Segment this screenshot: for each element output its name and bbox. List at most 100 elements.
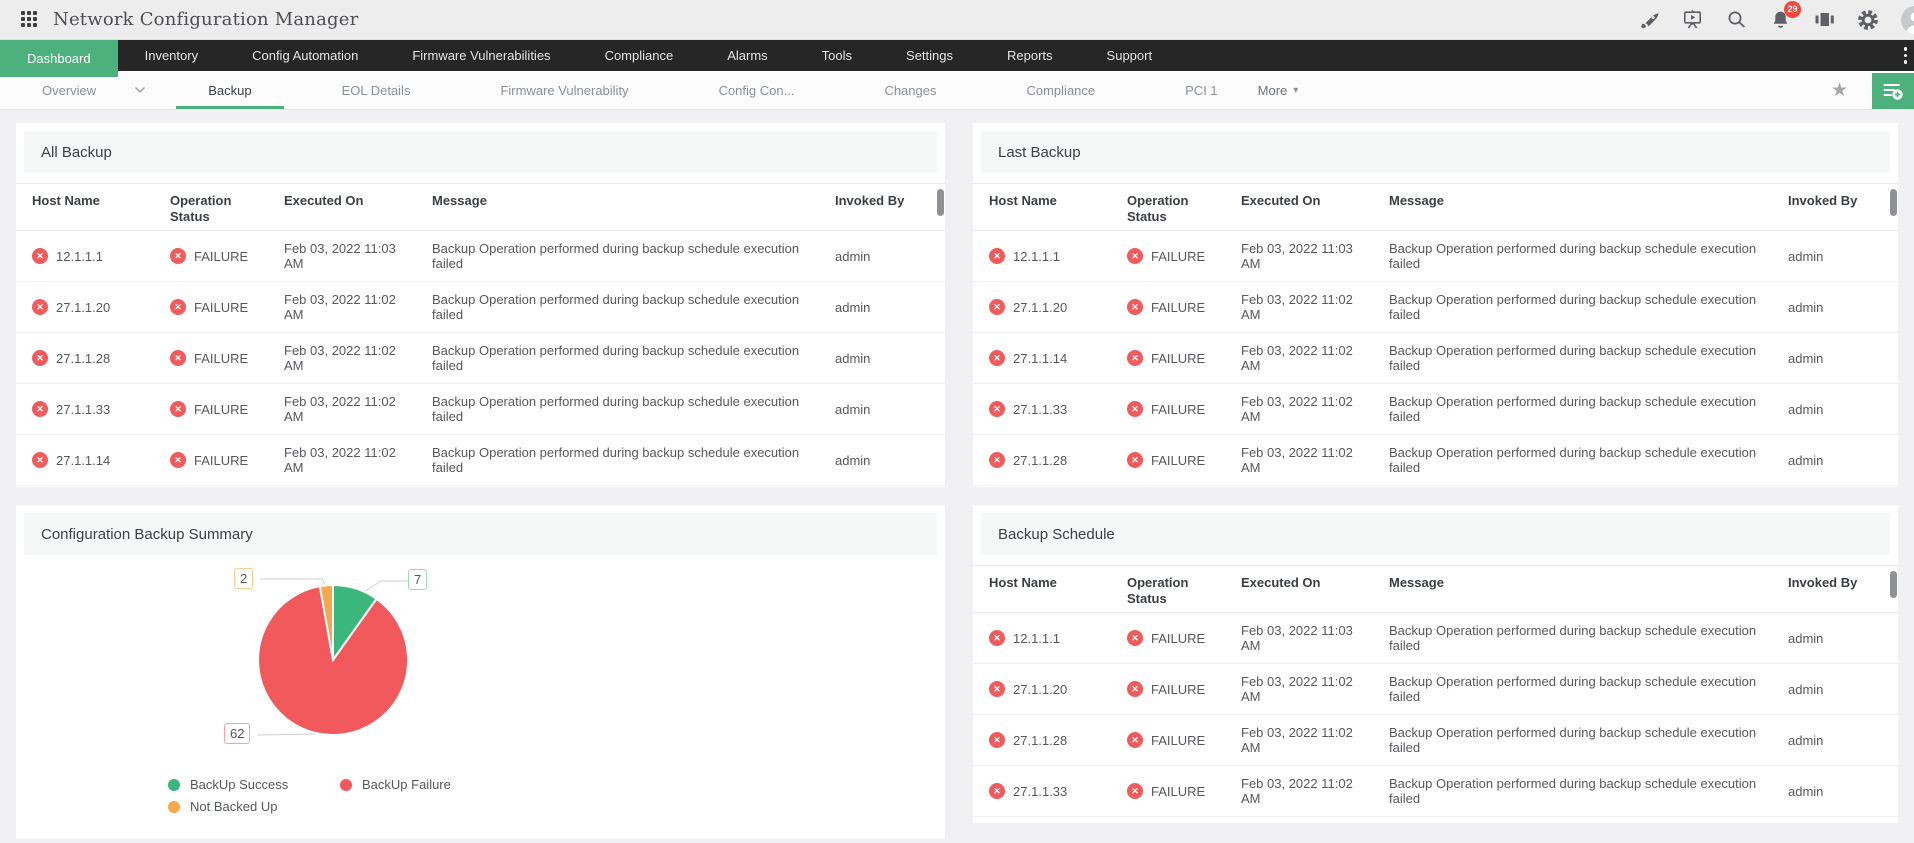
- legend-dot-failure: [340, 778, 352, 791]
- gear-icon[interactable]: [1857, 9, 1879, 31]
- scrollbar-thumb[interactable]: [1890, 571, 1897, 598]
- nav-item-alarms[interactable]: Alarms: [700, 40, 794, 71]
- table-row[interactable]: ✕ 27.1.1.33 ✕ FAILURE Feb 03, 2022 11:02 AM B…: [16, 384, 945, 435]
- table-row[interactable]: ✕ 27.1.1.28 ✕ FAILURE Feb 03, 2022 11:02 AM B…: [973, 435, 1898, 486]
- legend-item-backup-success[interactable]: BackUp Success: [168, 777, 340, 792]
- legend-label: BackUp Failure: [362, 777, 451, 792]
- nav-item-tools[interactable]: Tools: [795, 40, 879, 71]
- presentation-play-icon[interactable]: [1681, 9, 1703, 31]
- nav-item-firmware-vulnerabilities[interactable]: Firmware Vulnerabilities: [385, 40, 577, 71]
- nav-item-settings[interactable]: Settings: [879, 40, 980, 71]
- nav-item-inventory[interactable]: Inventory: [118, 40, 225, 71]
- tab-eol-details[interactable]: EOL Details: [342, 71, 411, 109]
- all-backup-table: Host Name Operation Status Executed On Mess…: [16, 183, 945, 486]
- cell-host-text: 27.1.1.20: [1013, 299, 1068, 315]
- cell-executed: Feb 03, 2022 11:03 AM: [1241, 623, 1353, 653]
- nav-item-compliance[interactable]: Compliance: [578, 40, 701, 71]
- table-row[interactable]: ✕ 27.1.1.28 ✕ FAILURE Feb 03, 2022 11:02 AM B…: [973, 715, 1898, 766]
- column-header-invoked: Invoked By: [1788, 193, 1858, 208]
- legend-dot-success: [168, 778, 180, 791]
- cell-executed: Feb 03, 2022 11:02 AM: [1241, 776, 1353, 806]
- apps-grid-icon[interactable]: [21, 11, 38, 28]
- failure-icon: ✕: [1127, 401, 1143, 417]
- scrollbar-thumb[interactable]: [1890, 189, 1897, 216]
- pie-legend: BackUp Success BackUp Failure Not Backed…: [168, 777, 451, 814]
- nav-item-support[interactable]: Support: [1080, 40, 1180, 71]
- cell-status: ✕ FAILURE: [1111, 401, 1225, 417]
- header-icon-group: 29: [1637, 0, 1914, 34]
- table-row[interactable]: ✕ 27.1.1.33 ✕ FAILURE Feb 03, 2022 11:02 AM B…: [973, 384, 1898, 435]
- table-row[interactable]: ✕ 27.1.1.20 ✕ FAILURE Feb 03, 2022 11:02 AM B…: [973, 282, 1898, 333]
- panel-all-backup: All Backup Host Name Operation Status Exec…: [16, 123, 945, 487]
- add-dashboard-button[interactable]: [1872, 73, 1914, 109]
- tab-pci-1[interactable]: PCI 1: [1185, 71, 1218, 109]
- cell-message: Backup Operation performed during backup…: [1389, 241, 1757, 271]
- legend-item-not-backed-up[interactable]: Not Backed Up: [168, 799, 340, 814]
- nav-item-reports[interactable]: Reports: [980, 40, 1080, 71]
- cell-status-text: FAILURE: [194, 248, 249, 264]
- cell-message: Backup Operation performed during backup…: [1389, 394, 1757, 424]
- cell-invoked: admin: [835, 401, 871, 417]
- chevron-down-icon[interactable]: [134, 86, 146, 94]
- scrollbar-thumb[interactable]: [937, 189, 944, 216]
- cell-invoked: admin: [835, 452, 871, 468]
- cell-message: Backup Operation performed during backup…: [1389, 776, 1757, 806]
- tab-config-conflict[interactable]: Config Con...: [719, 71, 795, 109]
- failure-icon: ✕: [989, 681, 1005, 697]
- search-icon[interactable]: [1725, 9, 1747, 31]
- cell-status-text: FAILURE: [194, 350, 249, 366]
- failure-icon: ✕: [1127, 452, 1143, 468]
- backup-summary-pie-chart: [257, 578, 410, 736]
- table-row[interactable]: ✕ 12.1.1.1 ✕ FAILURE Feb 03, 2022 11:03 AM Ba…: [973, 231, 1898, 282]
- cell-host: ✕ 27.1.1.20: [16, 299, 154, 315]
- table-row[interactable]: ✕ 27.1.1.20 ✕ FAILURE Feb 03, 2022 11:02 AM B…: [973, 664, 1898, 715]
- cell-invoked: admin: [1788, 248, 1824, 264]
- cell-executed: Feb 03, 2022 11:02 AM: [284, 445, 396, 475]
- cell-host: ✕ 27.1.1.28: [973, 732, 1111, 748]
- nav-item-dashboard[interactable]: Dashboard: [0, 40, 118, 77]
- cell-executed: Feb 03, 2022 11:02 AM: [1241, 725, 1353, 755]
- panel-configuration-backup-summary: Configuration Backup Summary 2 7 62 Back…: [16, 505, 945, 839]
- tab-firmware-vulnerability[interactable]: Firmware Vulnerability: [500, 71, 628, 109]
- failure-icon: ✕: [170, 350, 186, 366]
- table-row[interactable]: ✕ 27.1.1.14 ✕ FAILURE Feb 03, 2022 11:02 AM B…: [16, 435, 945, 486]
- table-row[interactable]: ✕ 27.1.1.20 ✕ FAILURE Feb 03, 2022 11:02 AM B…: [16, 282, 945, 333]
- cell-status: ✕ FAILURE: [154, 452, 268, 468]
- column-header-executed: Executed On: [1241, 575, 1321, 590]
- legend-item-backup-failure[interactable]: BackUp Failure: [340, 777, 451, 792]
- failure-icon: ✕: [989, 452, 1005, 468]
- bell-icon[interactable]: 29: [1769, 0, 1801, 31]
- rocket-icon[interactable]: [1637, 9, 1659, 31]
- nav-item-config-automation[interactable]: Config Automation: [225, 40, 385, 71]
- panel-title: All Backup: [24, 131, 937, 173]
- column-header-status: Operation Status: [1127, 193, 1189, 224]
- table-row[interactable]: ✕ 12.1.1.1 ✕ FAILURE Feb 03, 2022 11:03 AM Ba…: [16, 231, 945, 282]
- equalizer-icon[interactable]: [1813, 9, 1835, 31]
- column-header-executed: Executed On: [1241, 193, 1321, 208]
- user-avatar[interactable]: [1901, 5, 1914, 34]
- cell-status: ✕ FAILURE: [1111, 783, 1225, 799]
- cell-host: ✕ 27.1.1.14: [973, 350, 1111, 366]
- table-header-row: Host Name Operation Status Executed On Mess…: [16, 183, 945, 231]
- table-row[interactable]: ✕ 27.1.1.33 ✕ FAILURE Feb 03, 2022 11:02 AM B…: [973, 766, 1898, 817]
- panel-last-backup: Last Backup Host Name Operation Status Exe…: [973, 123, 1898, 487]
- top-header-bar: Network Configuration Manager 29: [0, 0, 1914, 40]
- star-icon[interactable]: ★: [1831, 79, 1848, 102]
- table-row[interactable]: ✕ 27.1.1.14 ✕ FAILURE Feb 03, 2022 11:02 AM B…: [973, 333, 1898, 384]
- table-row[interactable]: ✕ 12.1.1.1 ✕ FAILURE Feb 03, 2022 11:03 AM Ba…: [973, 613, 1898, 664]
- cell-host-text: 27.1.1.28: [56, 350, 111, 366]
- tab-backup[interactable]: Backup: [175, 71, 285, 109]
- tab-compliance[interactable]: Compliance: [1026, 71, 1095, 109]
- cell-host-text: 27.1.1.33: [1013, 401, 1068, 417]
- cell-status-text: FAILURE: [1151, 732, 1206, 748]
- failure-icon: ✕: [989, 401, 1005, 417]
- cell-status-text: FAILURE: [1151, 681, 1206, 697]
- tab-more[interactable]: More ▾: [1258, 71, 1299, 109]
- table-row[interactable]: ✕ 27.1.1.28 ✕ FAILURE Feb 03, 2022 11:02 AM B…: [16, 333, 945, 384]
- failure-icon: ✕: [989, 732, 1005, 748]
- subnav-right-actions: ★: [1831, 71, 1914, 109]
- cell-host: ✕ 27.1.1.20: [973, 299, 1111, 315]
- tab-changes[interactable]: Changes: [884, 71, 936, 109]
- kebab-menu-icon[interactable]: [1897, 47, 1914, 64]
- table-header-row: Host Name Operation Status Executed On Mess…: [973, 183, 1898, 231]
